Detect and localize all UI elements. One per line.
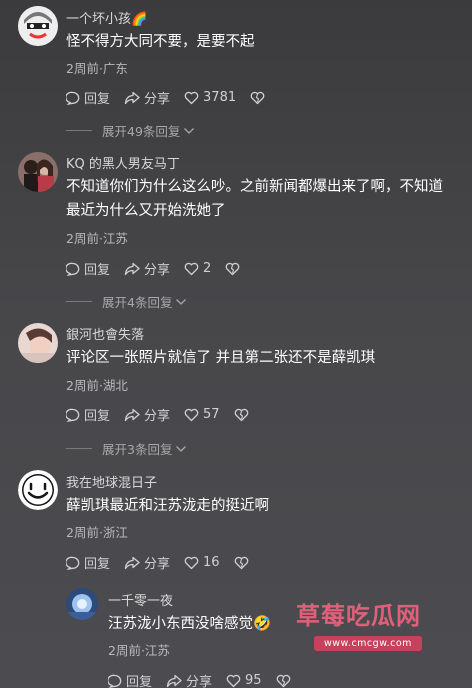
- action-bar: 回复 分享 2: [66, 259, 258, 278]
- avatar[interactable]: [18, 470, 58, 510]
- divider: [66, 301, 92, 302]
- expand-label: 展开49条回复: [102, 124, 181, 139]
- reply-button[interactable]: 回复: [108, 671, 152, 688]
- divider: [66, 448, 92, 449]
- dislike-button[interactable]: [234, 408, 253, 422]
- share-icon: [124, 262, 140, 275]
- divider: [66, 130, 92, 131]
- avatar[interactable]: [18, 6, 58, 46]
- avatar[interactable]: [66, 588, 98, 620]
- expand-replies-button[interactable]: 展开4条回复: [66, 292, 187, 311]
- reply-icon: [66, 408, 80, 422]
- reply-icon: [108, 674, 122, 688]
- like-count: 57: [203, 407, 220, 422]
- broken-heart-icon: [234, 556, 248, 569]
- reply-button[interactable]: 回复: [66, 405, 110, 424]
- watermark-url: www.cmcgw.com: [314, 636, 422, 651]
- username[interactable]: 銀河也會失落: [66, 324, 144, 343]
- expand-replies-button[interactable]: 展开3条回复: [66, 439, 187, 458]
- heart-icon: [184, 262, 199, 275]
- heart-icon: [184, 91, 199, 104]
- like-button[interactable]: 95: [226, 673, 262, 688]
- share-label: 分享: [186, 675, 213, 688]
- broken-heart-icon: [276, 674, 290, 687]
- reply-label: 回复: [84, 557, 111, 572]
- share-button[interactable]: 分享: [124, 88, 170, 107]
- comment-meta: 2周前·广东: [66, 61, 128, 76]
- like-count: 2: [203, 261, 212, 276]
- site-watermark: 草莓吃瓜网 www.cmcgw.com: [296, 596, 422, 651]
- action-bar: 回复 分享 95: [108, 671, 309, 688]
- avatar[interactable]: [18, 323, 58, 363]
- username[interactable]: 我在地球混日子: [66, 472, 157, 491]
- comment-meta: 2周前·江苏: [66, 231, 128, 246]
- reply-button[interactable]: 回复: [66, 259, 110, 278]
- comment-text-line-2: 最近为什么又开始洗她了: [66, 203, 226, 219]
- like-button[interactable]: 16: [184, 555, 220, 570]
- comment-text: 薛凯琪最近和汪苏泷走的挺近啊: [66, 498, 269, 514]
- share-label: 分享: [144, 92, 171, 107]
- username[interactable]: 一千零一夜: [108, 590, 173, 609]
- expand-label: 展开3条回复: [102, 442, 173, 457]
- comment-meta: 2周前·浙江: [66, 525, 128, 540]
- broken-heart-icon: [225, 262, 240, 275]
- reply-button[interactable]: 回复: [66, 553, 110, 572]
- share-button[interactable]: 分享: [124, 553, 170, 572]
- reply-button[interactable]: 回复: [66, 88, 110, 107]
- chevron-down-icon: [184, 127, 195, 134]
- broken-heart-icon: [234, 408, 248, 421]
- like-button[interactable]: 57: [184, 407, 220, 422]
- heart-icon: [184, 408, 199, 421]
- action-bar: 回复 分享 3781: [66, 88, 283, 107]
- comment-text: 评论区一张照片就信了 并且第二张还不是薛凯琪: [66, 350, 376, 366]
- chevron-down-icon: [176, 445, 187, 452]
- comment-text: 汪苏泷小东西没啥感觉🤣: [108, 616, 272, 632]
- share-icon: [166, 674, 182, 687]
- share-label: 分享: [144, 263, 171, 278]
- like-count: 3781: [203, 90, 237, 105]
- share-button[interactable]: 分享: [124, 259, 170, 278]
- watermark-title: 草莓吃瓜网: [296, 602, 421, 630]
- comment-text: 怪不得方大同不要，是要不起: [66, 34, 255, 50]
- action-bar: 回复 分享 57: [66, 405, 267, 424]
- heart-icon: [184, 556, 199, 569]
- username[interactable]: KQ 的黑人男友马丁: [66, 153, 180, 172]
- dislike-button[interactable]: [234, 556, 253, 570]
- expand-replies-button[interactable]: 展开49条回复: [66, 121, 195, 140]
- broken-heart-icon: [250, 91, 265, 104]
- share-icon: [124, 91, 140, 104]
- reply-icon: [66, 91, 80, 105]
- reply-label: 回复: [84, 263, 111, 278]
- heart-icon: [226, 674, 241, 687]
- share-icon: [124, 556, 140, 569]
- dislike-button[interactable]: [276, 674, 295, 688]
- like-count: 95: [245, 673, 262, 688]
- reply-label: 回复: [84, 409, 111, 424]
- avatar[interactable]: [18, 152, 58, 192]
- share-label: 分享: [144, 409, 171, 424]
- comment-meta: 2周前·湖北: [66, 378, 128, 393]
- like-count: 16: [203, 555, 220, 570]
- share-label: 分享: [144, 557, 171, 572]
- reply-label: 回复: [84, 92, 111, 107]
- dislike-button[interactable]: [225, 262, 244, 276]
- reply-label: 回复: [126, 675, 153, 688]
- comment-meta: 2周前·江苏: [108, 643, 170, 658]
- like-button[interactable]: 2: [184, 261, 211, 276]
- action-bar: 回复 分享 16: [66, 553, 267, 572]
- chevron-down-icon: [176, 298, 187, 305]
- like-button[interactable]: 3781: [184, 90, 236, 105]
- username[interactable]: 一个坏小孩🌈: [66, 8, 147, 27]
- reply-icon: [66, 556, 80, 570]
- reply-icon: [66, 262, 80, 276]
- expand-label: 展开4条回复: [102, 295, 173, 310]
- comment-text-line-1: 不知道你们为什么这么吵。之前新闻都爆出来了啊，不知道: [66, 179, 443, 195]
- share-button[interactable]: 分享: [166, 671, 212, 688]
- dislike-button[interactable]: [250, 91, 269, 105]
- share-button[interactable]: 分享: [124, 405, 170, 424]
- share-icon: [124, 408, 140, 421]
